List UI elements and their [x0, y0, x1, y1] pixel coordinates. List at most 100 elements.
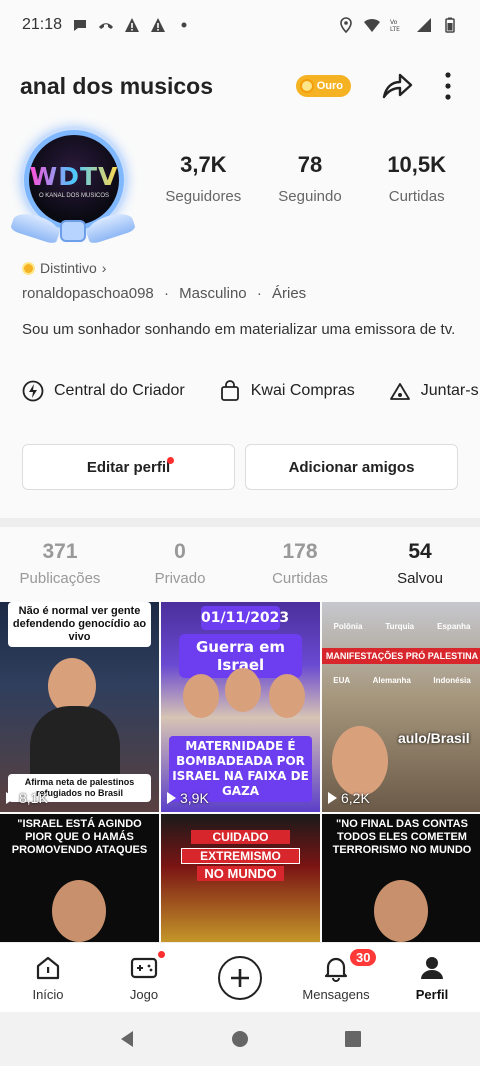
- tab-count: 371: [42, 540, 78, 563]
- warning-icon: [125, 18, 140, 32]
- view-count: 8,1K: [6, 790, 48, 806]
- recents-icon[interactable]: [343, 1029, 363, 1049]
- person-image: [225, 668, 261, 712]
- avatar-frame-crest: [60, 220, 86, 242]
- warning-icon: [151, 18, 166, 32]
- video-thumbnail[interactable]: 01/11/2023 Guerra em Israel MATERNIDADE …: [161, 602, 320, 812]
- play-icon: [167, 792, 176, 804]
- dot-icon: [181, 22, 187, 28]
- tab-saved[interactable]: 54 Salvou: [360, 540, 480, 604]
- tent-icon: [389, 383, 410, 400]
- share-icon: [382, 73, 412, 99]
- tab-publications[interactable]: 371 Publicações: [0, 540, 120, 602]
- more-options-button[interactable]: [436, 68, 460, 104]
- stat-label: Curtidas: [388, 188, 445, 205]
- avatar-logo: WDTV: [29, 161, 119, 191]
- home-circle-icon[interactable]: [230, 1029, 250, 1049]
- tab-label: Privado: [154, 570, 206, 587]
- svg-text:LTE: LTE: [390, 26, 400, 33]
- profile-info: ronaldopaschoa098 · Masculino · Áries: [22, 285, 307, 302]
- gamepad-icon: [130, 957, 158, 979]
- profile-actions: Editar perfil Adicionar amigos: [22, 444, 458, 490]
- back-icon[interactable]: [117, 1029, 137, 1049]
- person-image: [52, 880, 106, 942]
- stat-following[interactable]: 78 Seguindo: [257, 152, 364, 205]
- join-shortcut[interactable]: Juntar-s: [389, 380, 479, 402]
- person-image: [269, 674, 305, 718]
- stat-followers[interactable]: 3,7K Seguidores: [150, 152, 257, 205]
- more-vertical-icon: [445, 72, 451, 100]
- stat-likes[interactable]: 10,5K Curtidas: [363, 152, 470, 205]
- tab-count: 178: [282, 540, 318, 563]
- play-icon: [6, 792, 15, 804]
- nav-label: Perfil: [415, 987, 449, 1002]
- add-friends-label: Adicionar amigos: [288, 458, 415, 476]
- signal-icon: [417, 18, 431, 32]
- tab-label: Publicações: [19, 570, 101, 587]
- profile-header: anal dos musicos Ouro: [0, 58, 480, 114]
- video-thumbnail[interactable]: Não é normal ver gente defendendo genocí…: [0, 602, 159, 812]
- creator-center-shortcut[interactable]: Central do Criador: [22, 380, 185, 402]
- tab-likes[interactable]: 178 Curtidas: [240, 540, 360, 602]
- username: ronaldopaschoa098: [22, 285, 154, 302]
- video-thumbnail[interactable]: CUIDADO EXTREMISMO NO MUNDO: [161, 814, 320, 942]
- tab-count: 54: [408, 540, 432, 563]
- warning-label: CUIDADO: [191, 830, 290, 844]
- edit-profile-button[interactable]: Editar perfil: [22, 444, 235, 490]
- nav-profile[interactable]: Perfil: [384, 943, 480, 1012]
- tab-count: 0: [174, 540, 186, 563]
- nav-game[interactable]: Jogo: [96, 943, 192, 1012]
- nav-messages[interactable]: Mensagens 30: [288, 943, 384, 1012]
- nav-label: Jogo: [129, 987, 159, 1002]
- gold-badge[interactable]: Ouro: [295, 75, 352, 97]
- video-subtitle: NO MUNDO: [197, 866, 284, 881]
- video-title: "ISRAEL ESTÁ AGINDO PIOR QUE O HAMÁS PRO…: [11, 818, 148, 856]
- avatar-subtitle: O KANAL DOS MUSICOS: [38, 192, 110, 199]
- person-image: [183, 674, 219, 718]
- video-thumbnail[interactable]: "ISRAEL ESTÁ AGINDO PIOR QUE O HAMÁS PRO…: [0, 814, 159, 942]
- person-image: [332, 726, 388, 796]
- country-labels: EUA Alemanha Indonésia: [333, 676, 471, 685]
- notification-dot: [167, 457, 174, 464]
- edit-profile-label: Editar perfil: [86, 458, 171, 476]
- plus-icon: [218, 955, 262, 1000]
- distinctive-tag[interactable]: Distintivo ›: [22, 260, 106, 276]
- video-thumbnail[interactable]: Polônia Turquia Espanha MANIFESTAÇÕES PRÓ …: [322, 602, 480, 812]
- stat-label: Seguidores: [165, 188, 242, 205]
- battery-icon: [445, 17, 455, 33]
- nav-home[interactable]: Início: [0, 943, 96, 1012]
- stat-value: 78: [297, 152, 323, 177]
- nav-label: Início: [32, 987, 64, 1002]
- chat-bubble-icon: [74, 20, 87, 31]
- status-bar: 21:18 Vo LTE: [0, 0, 480, 50]
- lightning-icon: [22, 380, 44, 402]
- profile-stats: 3,7K Seguidores 78 Seguindo 10,5K Curtid…: [150, 152, 470, 205]
- tab-private[interactable]: 0 Privado: [120, 540, 240, 602]
- zodiac-sign: Áries: [272, 285, 307, 302]
- missed-call-icon: [99, 23, 114, 29]
- video-date: 01/11/2023: [201, 606, 289, 630]
- shortcut-label: Central do Criador: [54, 382, 185, 399]
- video-title: EXTREMISMO: [181, 848, 300, 864]
- wifi-icon: [364, 18, 380, 32]
- video-thumbnail[interactable]: "NO FINAL DAS CONTAS TODOS ELES COMETEM …: [322, 814, 480, 942]
- share-button[interactable]: [379, 68, 414, 104]
- country-labels: Polônia Turquia Espanha: [333, 622, 471, 631]
- status-time: 21:18: [22, 16, 63, 33]
- add-friends-button[interactable]: Adicionar amigos: [245, 444, 458, 490]
- play-icon: [328, 792, 337, 804]
- avatar[interactable]: WDTV O KANAL DOS MUSICOS: [9, 126, 137, 245]
- svg-text:Vo: Vo: [390, 19, 398, 26]
- page-title: anal dos musicos: [20, 72, 214, 99]
- video-grid: Não é normal ver gente defendendo genocí…: [0, 602, 480, 942]
- shortcut-label: Juntar-s: [420, 382, 479, 399]
- kwai-shop-shortcut[interactable]: Kwai Compras: [219, 380, 355, 402]
- video-overlay-text: aulo/Brasil: [398, 730, 470, 746]
- stat-label: Seguindo: [278, 188, 342, 205]
- view-count: 6,2K: [328, 790, 370, 806]
- notification-dot: [158, 951, 165, 958]
- person-image: [374, 880, 428, 942]
- profile-bio: Sou um sonhador sonhando em materializar…: [22, 321, 456, 338]
- nav-create[interactable]: [192, 943, 288, 1012]
- shortcuts-row: Central do Criador Kwai Compras Juntar-s: [22, 380, 480, 402]
